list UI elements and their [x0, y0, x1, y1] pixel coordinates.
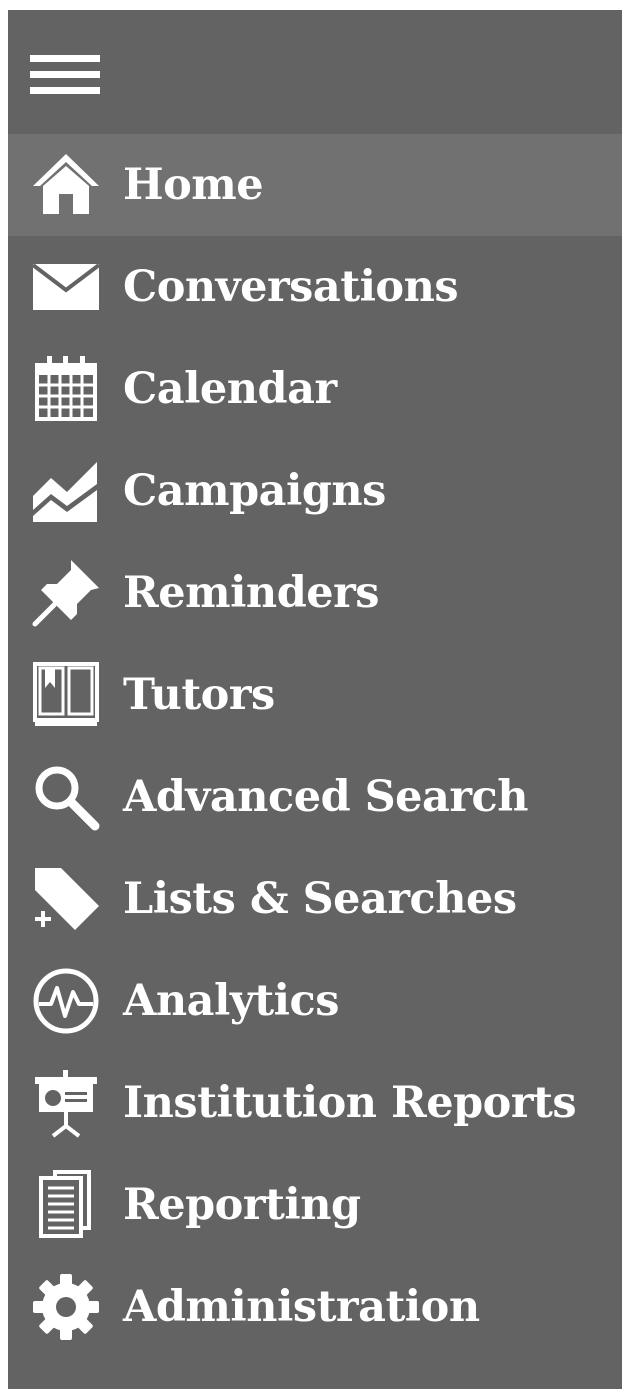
pushpin-icon: [30, 557, 102, 629]
open-book-icon: [30, 659, 102, 731]
envelope-icon: [30, 251, 102, 323]
sidebar-item-label: Reminders: [123, 568, 379, 618]
sidebar-item-label: Institution Reports: [123, 1078, 577, 1128]
sidebar-item-reminders[interactable]: Reminders: [8, 542, 622, 644]
sidebar-item-label: Administration: [123, 1282, 480, 1332]
presentation-board-icon: [30, 1067, 102, 1139]
sidebar-item-label: Advanced Search: [123, 772, 529, 822]
sidebar-item-home[interactable]: Home: [8, 134, 622, 236]
sidebar-nav: Home Conversations Calendar Campaigns Re…: [8, 134, 622, 1358]
sidebar-item-reporting[interactable]: Reporting: [8, 1154, 622, 1256]
search-icon: [30, 761, 102, 833]
sidebar-item-label: Lists & Searches: [123, 874, 517, 924]
sidebar-item-administration[interactable]: Administration: [8, 1256, 622, 1358]
sidebar-item-label: Home: [123, 160, 264, 210]
sidebar: Home Conversations Calendar Campaigns Re…: [8, 10, 622, 1389]
sidebar-item-label: Campaigns: [123, 466, 386, 516]
sidebar-item-label: Conversations: [123, 262, 459, 312]
home-icon: [30, 149, 102, 221]
gear-icon: [30, 1271, 102, 1343]
sidebar-item-calendar[interactable]: Calendar: [8, 338, 622, 440]
sidebar-item-label: Reporting: [123, 1180, 361, 1230]
hamburger-menu-icon[interactable]: [30, 55, 100, 101]
calendar-icon: [30, 353, 102, 425]
pulse-icon: [30, 965, 102, 1037]
sidebar-item-conversations[interactable]: Conversations: [8, 236, 622, 338]
sidebar-item-label: Calendar: [123, 364, 337, 414]
sidebar-item-institution-reports[interactable]: Institution Reports: [8, 1052, 622, 1154]
sidebar-item-label: Tutors: [123, 670, 275, 720]
sidebar-item-advanced-search[interactable]: Advanced Search: [8, 746, 622, 848]
tag-plus-icon: [30, 863, 102, 935]
sidebar-item-tutors[interactable]: Tutors: [8, 644, 622, 746]
sidebar-item-label: Analytics: [123, 976, 339, 1026]
area-chart-icon: [30, 455, 102, 527]
sidebar-item-lists-searches[interactable]: Lists & Searches: [8, 848, 622, 950]
sidebar-item-analytics[interactable]: Analytics: [8, 950, 622, 1052]
sidebar-item-campaigns[interactable]: Campaigns: [8, 440, 622, 542]
documents-icon: [30, 1169, 102, 1241]
